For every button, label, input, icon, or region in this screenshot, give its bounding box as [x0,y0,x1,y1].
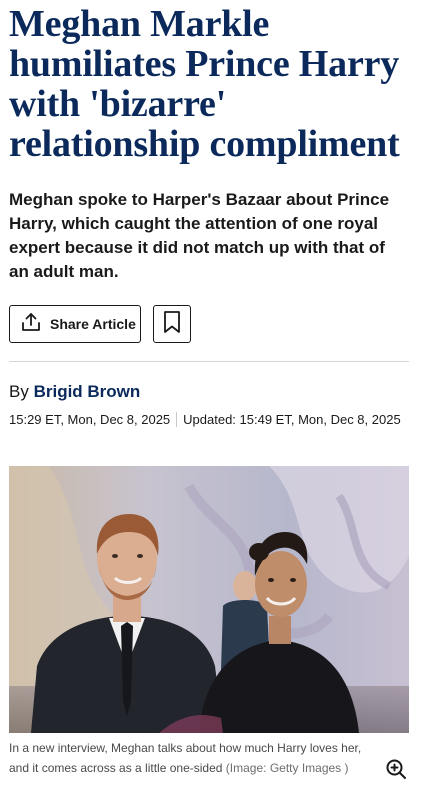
share-article-button[interactable]: Share Article [9,305,141,343]
image-caption: In a new interview, Meghan talks about h… [9,738,384,778]
image-credit: (Image: Getty Images ) [225,761,349,775]
article-headline: Meghan Markle humiliates Prince Harry wi… [9,3,400,165]
bookmark-icon [162,310,182,339]
author-link[interactable]: Brigid Brown [34,382,141,401]
published-time: 15:29 ET, Mon, Dec 8, 2025 [9,412,171,427]
article-dates: 15:29 ET, Mon, Dec 8, 2025 Updated: 15:49… [9,411,409,428]
share-icon [20,311,42,338]
byline: By Brigid Brown [9,382,140,402]
zoom-image-button[interactable] [385,758,407,780]
byline-prefix: By [9,382,29,401]
updated-time: Updated: 15:49 ET, Mon, Dec 8, 2025 [183,412,401,427]
date-separator [176,412,178,427]
zoom-in-icon [385,759,407,784]
divider [9,361,409,362]
share-article-label: Share Article [50,316,136,332]
hero-image [9,466,409,733]
article-standfirst: Meghan spoke to Harper's Bazaar about Pr… [9,190,390,281]
bookmark-button[interactable] [153,305,191,343]
